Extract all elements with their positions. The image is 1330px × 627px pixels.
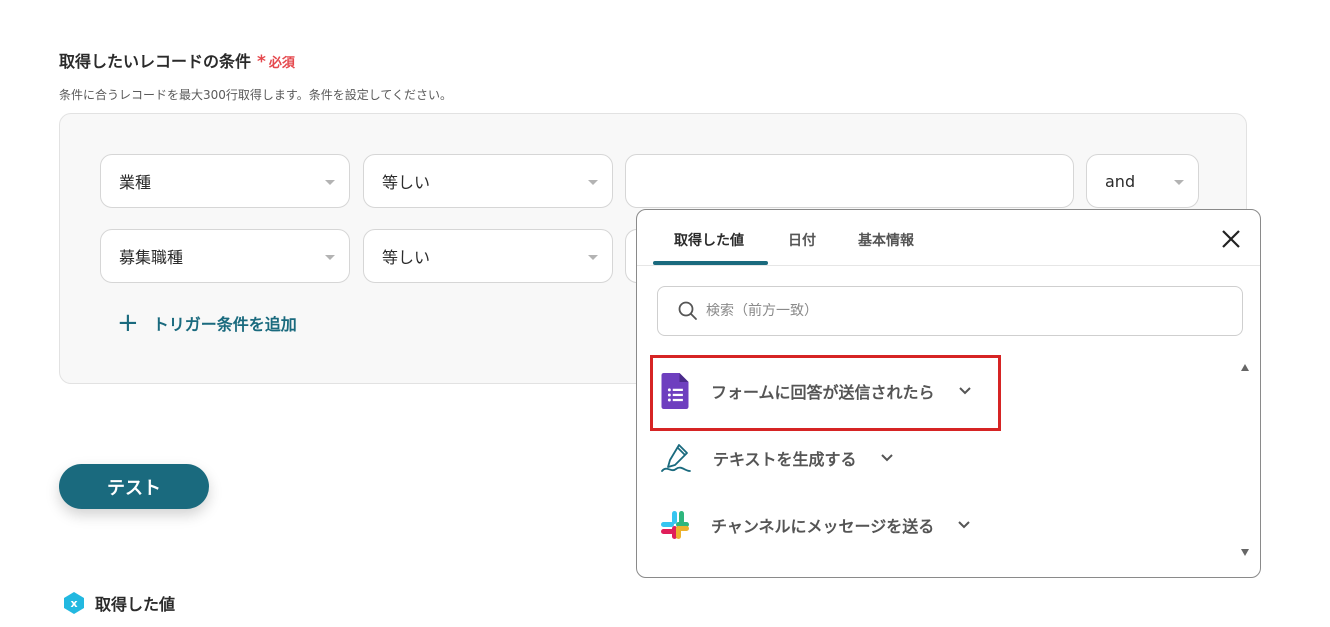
list-item-label: チャンネルにメッセージを送る	[711, 517, 935, 536]
tab-date[interactable]: 日付	[788, 230, 816, 250]
section-title-text: 取得したいレコードの条件	[59, 52, 252, 71]
list-item-generate-text[interactable]: テキストを生成する	[659, 441, 893, 475]
search-box[interactable]	[657, 286, 1243, 336]
condition-field-value-1: 業種	[119, 173, 152, 192]
scrollbar[interactable]	[1238, 360, 1252, 560]
test-button[interactable]: テスト	[59, 464, 209, 509]
add-condition-label: トリガー条件を追加	[152, 315, 297, 334]
search-input[interactable]	[706, 303, 1206, 319]
condition-value-input-1[interactable]	[625, 154, 1074, 208]
acquired-values-label: 取得した値	[95, 595, 176, 614]
caret-down-icon	[588, 255, 598, 260]
caret-down-icon	[588, 180, 598, 185]
condition-joiner-value: and	[1105, 171, 1136, 191]
close-icon[interactable]	[1220, 228, 1242, 250]
variable-hex-icon: x	[64, 592, 84, 614]
tab-basic-info[interactable]: 基本情報	[858, 230, 914, 250]
value-picker-popup: 取得した値 日付 基本情報 フォームに回答が送信されたら	[636, 209, 1261, 578]
acquired-values-heading: x 取得した値	[62, 591, 175, 615]
slack-icon	[661, 511, 689, 539]
search-icon	[678, 301, 697, 320]
condition-field-value-2: 募集職種	[119, 248, 184, 267]
condition-operator-value-1: 等しい	[382, 173, 431, 192]
active-tab-indicator	[653, 261, 768, 265]
plus-icon: +	[117, 308, 139, 338]
svg-text:x: x	[70, 597, 77, 610]
condition-operator-select-1[interactable]: 等しい	[363, 154, 613, 208]
scroll-up-arrow-icon[interactable]	[1241, 364, 1249, 371]
list-item-label: テキストを生成する	[713, 450, 857, 469]
pen-icon	[661, 444, 691, 472]
list-item-send-channel-message[interactable]: チャンネルにメッセージを送る	[659, 509, 970, 541]
asterisk-icon: *	[257, 52, 266, 72]
chevron-down-icon[interactable]	[958, 521, 970, 529]
chevron-down-icon[interactable]	[880, 454, 893, 462]
condition-field-select-1[interactable]: 業種	[100, 154, 350, 208]
condition-operator-select-2[interactable]: 等しい	[363, 229, 613, 283]
condition-operator-value-2: 等しい	[382, 248, 431, 267]
caret-down-icon	[1174, 180, 1184, 185]
tab-acquired-values[interactable]: 取得した値	[674, 230, 744, 250]
required-badge: * 必須	[257, 52, 295, 72]
caret-down-icon	[325, 180, 335, 185]
add-condition-button[interactable]: + トリガー条件を追加	[117, 310, 297, 336]
condition-field-select-2[interactable]: 募集職種	[100, 229, 350, 283]
highlight-box	[650, 355, 1001, 431]
section-description: 条件に合うレコードを最大300行取得します。条件を設定してください。	[59, 88, 452, 102]
section-title: 取得したいレコードの条件 * 必須	[59, 48, 295, 72]
condition-joiner-select[interactable]: and	[1086, 154, 1199, 208]
caret-down-icon	[325, 255, 335, 260]
required-label: 必須	[268, 56, 295, 71]
scroll-down-arrow-icon[interactable]	[1241, 549, 1249, 556]
popup-tabs: 取得した値 日付 基本情報	[637, 210, 1260, 266]
